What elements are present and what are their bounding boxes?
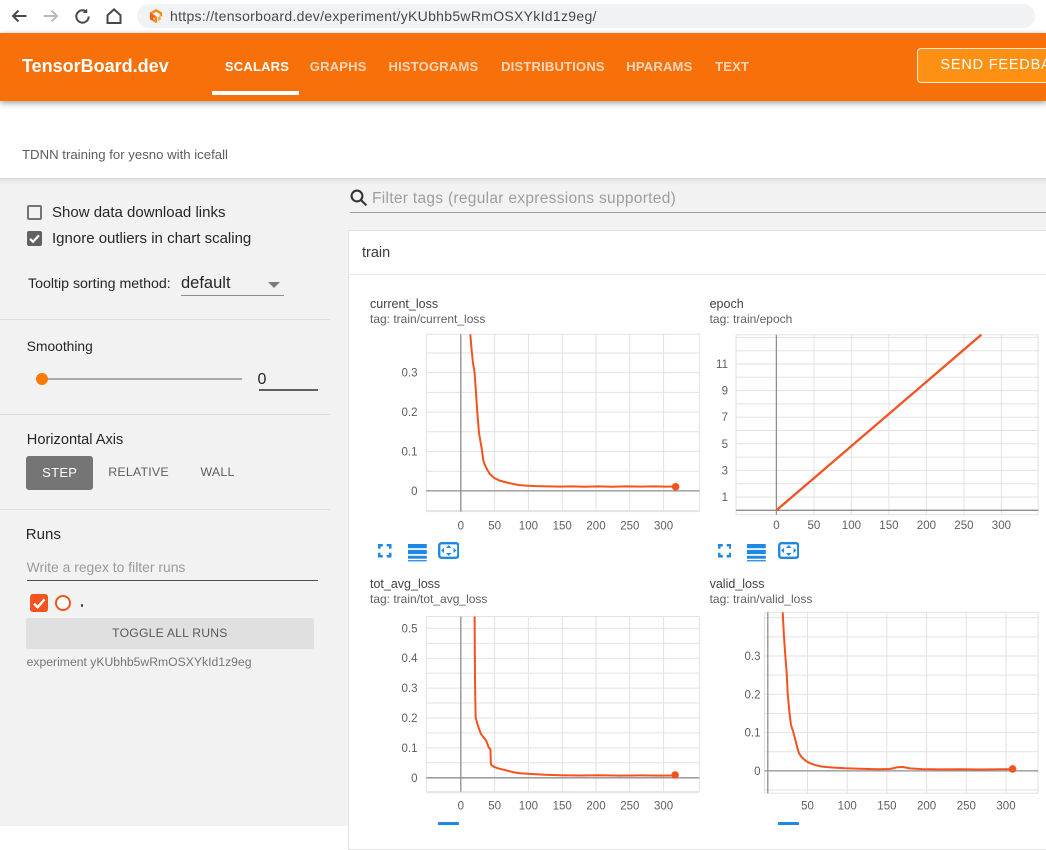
svg-text:150: 150	[553, 520, 572, 532]
svg-text:150: 150	[879, 520, 898, 532]
svg-text:0.1: 0.1	[745, 728, 761, 740]
svg-text:250: 250	[620, 800, 639, 812]
svg-text:0.3: 0.3	[745, 651, 761, 663]
svg-text:0.2: 0.2	[402, 407, 418, 419]
svg-text:250: 250	[957, 800, 976, 812]
svg-text:0.1: 0.1	[402, 743, 418, 755]
svg-text:7: 7	[722, 412, 728, 424]
svg-text:11: 11	[716, 359, 728, 371]
svg-text:3: 3	[722, 465, 728, 477]
svg-text:200: 200	[586, 520, 605, 532]
svg-text:0: 0	[411, 773, 417, 785]
svg-text:0.3: 0.3	[402, 683, 418, 695]
svg-text:9: 9	[722, 386, 728, 398]
svg-text:0: 0	[411, 486, 417, 498]
svg-text:0.2: 0.2	[745, 689, 761, 701]
svg-text:100: 100	[842, 520, 861, 532]
svg-text:300: 300	[992, 520, 1011, 532]
svg-text:200: 200	[917, 520, 936, 532]
svg-text:0: 0	[773, 520, 779, 532]
svg-text:0.1: 0.1	[402, 447, 418, 459]
svg-text:300: 300	[654, 520, 673, 532]
svg-text:0: 0	[458, 520, 464, 532]
svg-text:150: 150	[553, 800, 572, 812]
svg-text:50: 50	[488, 520, 501, 532]
svg-text:150: 150	[877, 800, 896, 812]
svg-text:300: 300	[654, 800, 673, 812]
svg-text:100: 100	[519, 520, 538, 532]
svg-text:300: 300	[996, 800, 1015, 812]
svg-text:0.2: 0.2	[402, 713, 418, 725]
svg-text:100: 100	[519, 800, 538, 812]
svg-text:0.5: 0.5	[402, 623, 418, 635]
svg-text:200: 200	[586, 800, 605, 812]
svg-text:5: 5	[722, 439, 728, 451]
svg-text:50: 50	[801, 800, 814, 812]
svg-text:100: 100	[838, 800, 857, 812]
svg-text:50: 50	[488, 800, 501, 812]
svg-text:250: 250	[620, 520, 639, 532]
svg-text:1: 1	[722, 492, 728, 504]
svg-text:0.4: 0.4	[402, 653, 419, 665]
svg-text:250: 250	[954, 520, 973, 532]
svg-text:200: 200	[917, 800, 936, 812]
svg-text:0: 0	[754, 766, 760, 778]
svg-text:0: 0	[458, 800, 464, 812]
svg-text:50: 50	[808, 520, 821, 532]
svg-text:0.3: 0.3	[402, 368, 418, 380]
